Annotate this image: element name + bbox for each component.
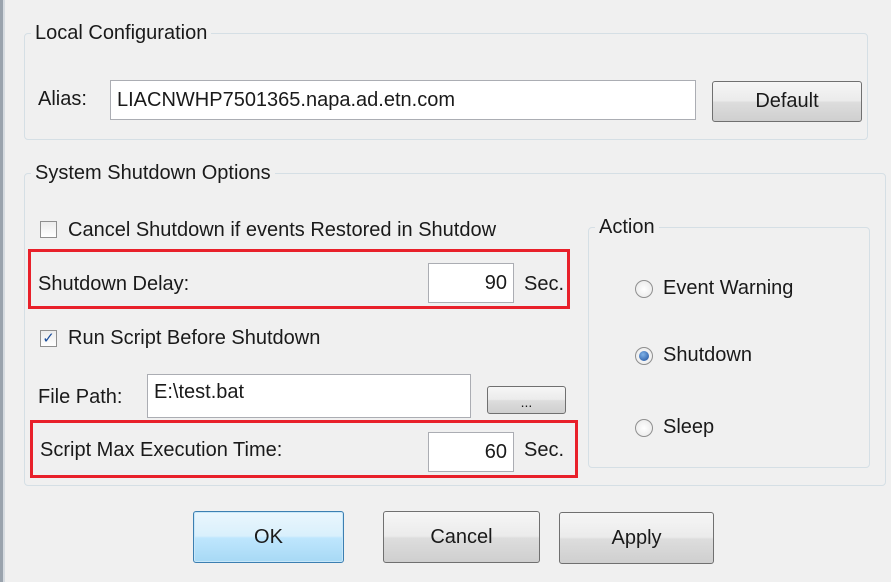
shutdown-radio-label[interactable]: Shutdown (663, 344, 752, 367)
cancel-shutdown-label[interactable]: Cancel Shutdown if events Restored in Sh… (68, 219, 568, 242)
file-path-label: File Path: (38, 386, 123, 408)
default-button[interactable]: Default (712, 81, 862, 122)
event-warning-radio[interactable] (635, 280, 653, 298)
shutdown-delay-highlight (28, 249, 570, 309)
sleep-label[interactable]: Sleep (663, 416, 714, 439)
cancel-button[interactable]: Cancel (383, 511, 540, 563)
run-script-checkbox[interactable]: ✓ (40, 330, 57, 347)
local-configuration-title: Local Configuration (35, 22, 208, 44)
browse-button[interactable]: ... (487, 386, 566, 414)
window-left-border-inner (3, 0, 5, 582)
file-path-input[interactable]: E:\test.bat (147, 374, 471, 418)
max-exec-time-highlight (30, 420, 578, 478)
alias-input[interactable]: LIACNWHP7501365.napa.ad.etn.com (110, 80, 696, 120)
shutdown-radio[interactable] (635, 347, 653, 365)
action-title: Action (599, 216, 655, 238)
ok-button[interactable]: OK (193, 511, 344, 563)
action-group: Action (588, 216, 870, 468)
event-warning-label[interactable]: Event Warning (663, 277, 793, 300)
system-shutdown-options-title: System Shutdown Options (35, 162, 271, 184)
alias-label: Alias: (38, 88, 87, 110)
run-script-label[interactable]: Run Script Before Shutdown (68, 327, 320, 350)
apply-button[interactable]: Apply (559, 512, 714, 564)
cancel-shutdown-checkbox[interactable] (40, 221, 57, 238)
sleep-radio[interactable] (635, 419, 653, 437)
